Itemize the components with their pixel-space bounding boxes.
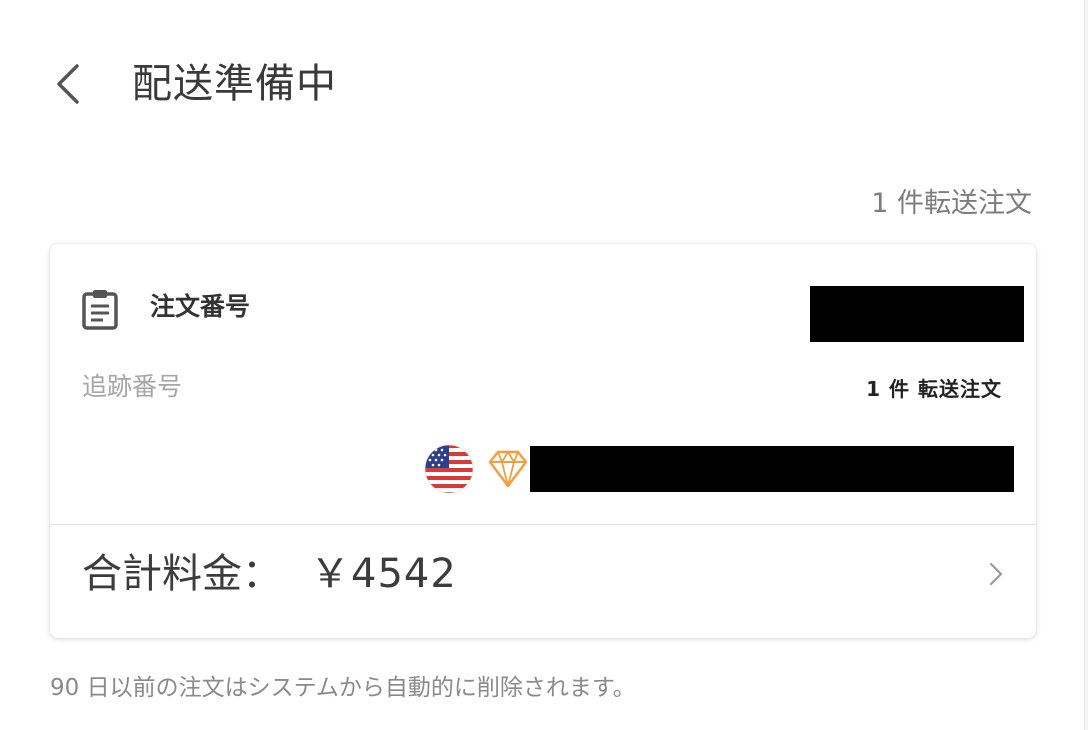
back-button[interactable] (48, 62, 88, 106)
tracking-number-value-redacted (530, 446, 1014, 492)
forward-order-count: 1 件転送注文 (871, 188, 1032, 219)
chevron-left-icon (57, 64, 79, 104)
total-amount-value: ￥4542 (310, 551, 457, 597)
order-number-row: 注文番号 (50, 244, 1036, 364)
clipboard-icon (82, 290, 118, 330)
page-header: 配送準備中 (0, 0, 1084, 170)
order-number-value-redacted (810, 286, 1024, 342)
order-status-panel: 配送準備中 1 件転送注文 注文番号 追跡番号 1 件 転送注文 合計料金： ￥… (0, 0, 1085, 730)
diamond-icon (488, 450, 528, 488)
total-amount-label: 合計料金： (82, 551, 282, 597)
us-flag-icon (424, 444, 474, 494)
total-amount-row[interactable]: 合計料金： ￥4542 (50, 525, 1036, 638)
chevron-right-icon[interactable] (984, 559, 1008, 589)
tracking-number-label: 追跡番号 (82, 372, 183, 401)
page-title: 配送準備中 (132, 61, 337, 107)
tracking-forward-count: 1 件 転送注文 (866, 377, 1002, 401)
order-number-label: 注文番号 (150, 292, 251, 321)
order-card[interactable]: 注文番号 追跡番号 1 件 転送注文 合計料金： ￥4542 (50, 244, 1036, 638)
auto-delete-note: 90 日以前の注文はシステムから自動的に削除されます。 (50, 675, 636, 701)
